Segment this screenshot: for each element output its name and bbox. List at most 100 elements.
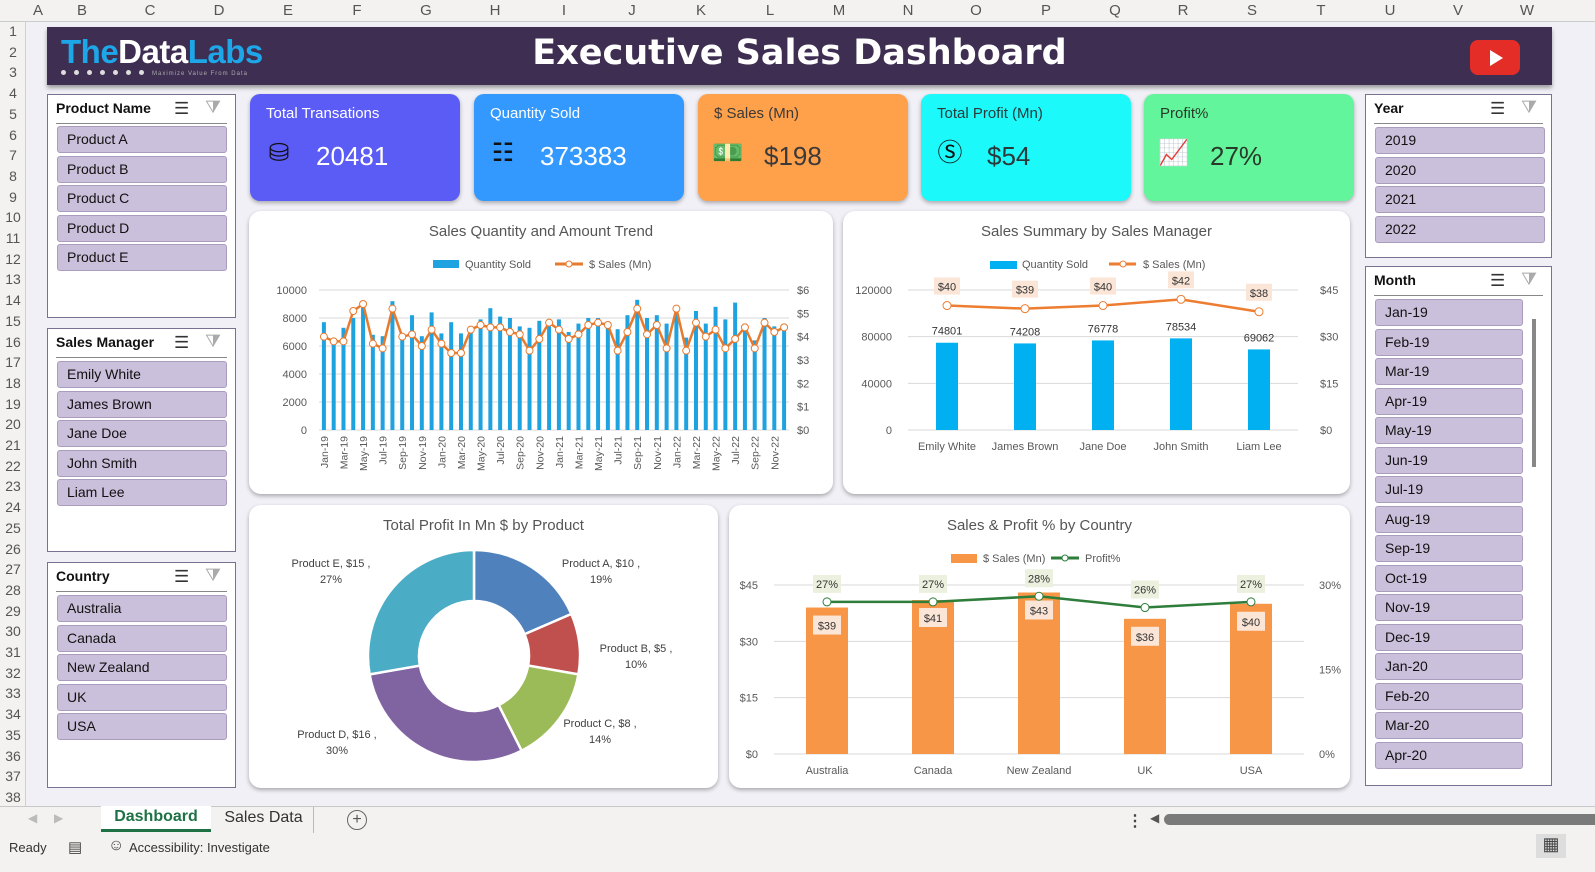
row-header[interactable]: 8 [2,168,24,184]
slicer-item[interactable]: Product C [57,185,227,212]
row-header[interactable]: 17 [2,354,24,370]
slicer-item[interactable]: Jan-20 [1375,653,1523,680]
tab-scroll-right[interactable]: ▶ [54,811,63,825]
row-header[interactable]: 34 [2,706,24,722]
youtube-play-icon[interactable] [1470,40,1520,75]
row-header[interactable]: 15 [2,313,24,329]
column-header[interactable]: M [833,2,846,19]
more-options-icon[interactable]: ⋮ [1127,811,1143,831]
clear-filter-icon[interactable]: ⧩ [1521,97,1537,118]
row-header[interactable]: 38 [2,789,24,805]
column-header[interactable]: S [1247,2,1257,19]
row-header[interactable]: 37 [2,768,24,784]
slicer-item[interactable]: Product A [57,126,227,153]
slicer-item[interactable]: Nov-19 [1375,594,1523,621]
slicer-item[interactable]: Product D [57,214,227,242]
slicer-item[interactable]: Emily White [57,361,227,388]
clear-filter-icon[interactable]: ⧩ [205,97,221,118]
slicer-item[interactable]: Jan-19 [1375,299,1523,326]
slicer-item[interactable]: Aug-19 [1375,505,1523,533]
slicer-item[interactable]: Canada [57,624,227,652]
slicer-item[interactable]: May-19 [1375,417,1523,444]
column-header[interactable]: Q [1109,2,1121,19]
row-header[interactable]: 4 [2,85,24,101]
multi-select-icon[interactable]: ☰ [1490,99,1505,119]
row-header[interactable]: 12 [2,251,24,267]
slicer-item[interactable]: Jane Doe [57,420,227,447]
accessibility-icon[interactable]: ☺ [108,837,124,855]
row-header[interactable]: 13 [2,271,24,287]
row-header[interactable]: 20 [2,416,24,432]
horizontal-scrollbar[interactable] [1164,814,1595,825]
row-header[interactable]: 22 [2,458,24,474]
row-header[interactable]: 28 [2,582,24,598]
slicer-item[interactable]: James Brown [57,390,227,418]
column-header[interactable]: L [766,2,774,19]
slicer-item[interactable]: 2022 [1375,215,1545,243]
multi-select-icon[interactable]: ☰ [174,333,189,353]
slicer-item[interactable]: 2020 [1375,156,1545,184]
tab-sales-data[interactable]: Sales Data [214,807,314,833]
multi-select-icon[interactable]: ☰ [174,99,189,119]
column-header[interactable]: C [145,2,156,19]
column-header[interactable]: K [696,2,706,19]
slicer-item[interactable]: Australia [57,595,227,622]
slicer-item[interactable]: Apr-20 [1375,741,1523,769]
profit-donut-card[interactable]: Total Profit In Mn $ by Product Product … [249,505,718,788]
column-header[interactable]: N [903,2,914,19]
slicer-item[interactable]: Feb-19 [1375,328,1523,356]
row-header[interactable]: 10 [2,209,24,225]
column-header[interactable]: B [77,2,87,19]
slicer-item[interactable]: Mar-20 [1375,712,1523,739]
slicer-item[interactable]: Product B [57,155,227,183]
row-header[interactable]: 6 [2,127,24,143]
slicer-item[interactable]: Mar-19 [1375,358,1523,385]
add-sheet-button[interactable]: + [347,810,367,830]
column-header[interactable]: U [1385,2,1396,19]
accessibility-status[interactable]: Accessibility: Investigate [129,840,270,855]
row-header[interactable]: 27 [2,561,24,577]
column-header[interactable]: G [420,2,432,19]
row-header[interactable]: 35 [2,727,24,743]
column-header[interactable]: W [1520,2,1534,19]
row-header[interactable]: 16 [2,334,24,350]
slicer-item[interactable]: John Smith [57,449,227,477]
column-header[interactable]: J [628,2,636,19]
slicer-item[interactable]: Feb-20 [1375,682,1523,710]
column-header[interactable]: O [970,2,982,19]
manager-chart-card[interactable]: Sales Summary by Sales Manager Quantity … [843,211,1350,494]
row-header[interactable]: 21 [2,437,24,453]
clear-filter-icon[interactable]: ⧩ [205,331,221,352]
clear-filter-icon[interactable]: ⧩ [205,565,221,586]
row-header[interactable]: 32 [2,665,24,681]
row-header[interactable]: 30 [2,623,24,639]
column-header[interactable]: F [352,2,361,19]
row-header[interactable]: 31 [2,644,24,660]
slicer-scrollbar[interactable] [1532,319,1536,467]
slicer-item[interactable]: Jun-19 [1375,446,1523,474]
column-header[interactable]: D [214,2,225,19]
row-header[interactable]: 24 [2,499,24,515]
clear-filter-icon[interactable]: ⧩ [1521,269,1537,290]
row-header[interactable]: 2 [2,44,24,60]
slicer-item[interactable]: 2019 [1375,127,1545,154]
column-header[interactable]: A [33,2,43,19]
row-header[interactable]: 7 [2,147,24,163]
row-header[interactable]: 33 [2,685,24,701]
row-header[interactable]: 36 [2,748,24,764]
column-header[interactable]: I [562,2,566,19]
row-header[interactable]: 9 [2,189,24,205]
slicer-item[interactable]: Liam Lee [57,479,227,506]
tab-dashboard[interactable]: Dashboard [101,806,211,832]
column-header[interactable]: E [283,2,293,19]
slicer-item[interactable]: New Zealand [57,654,227,681]
row-header[interactable]: 11 [2,230,24,246]
multi-select-icon[interactable]: ☰ [1490,271,1505,291]
row-header[interactable]: 3 [2,64,24,80]
slicer-item[interactable]: Dec-19 [1375,623,1523,651]
tab-scroll-left[interactable]: ◀ [28,811,37,825]
row-header[interactable]: 29 [2,603,24,619]
column-header[interactable]: V [1453,2,1463,19]
column-header[interactable]: R [1178,2,1189,19]
row-header[interactable]: 18 [2,375,24,391]
